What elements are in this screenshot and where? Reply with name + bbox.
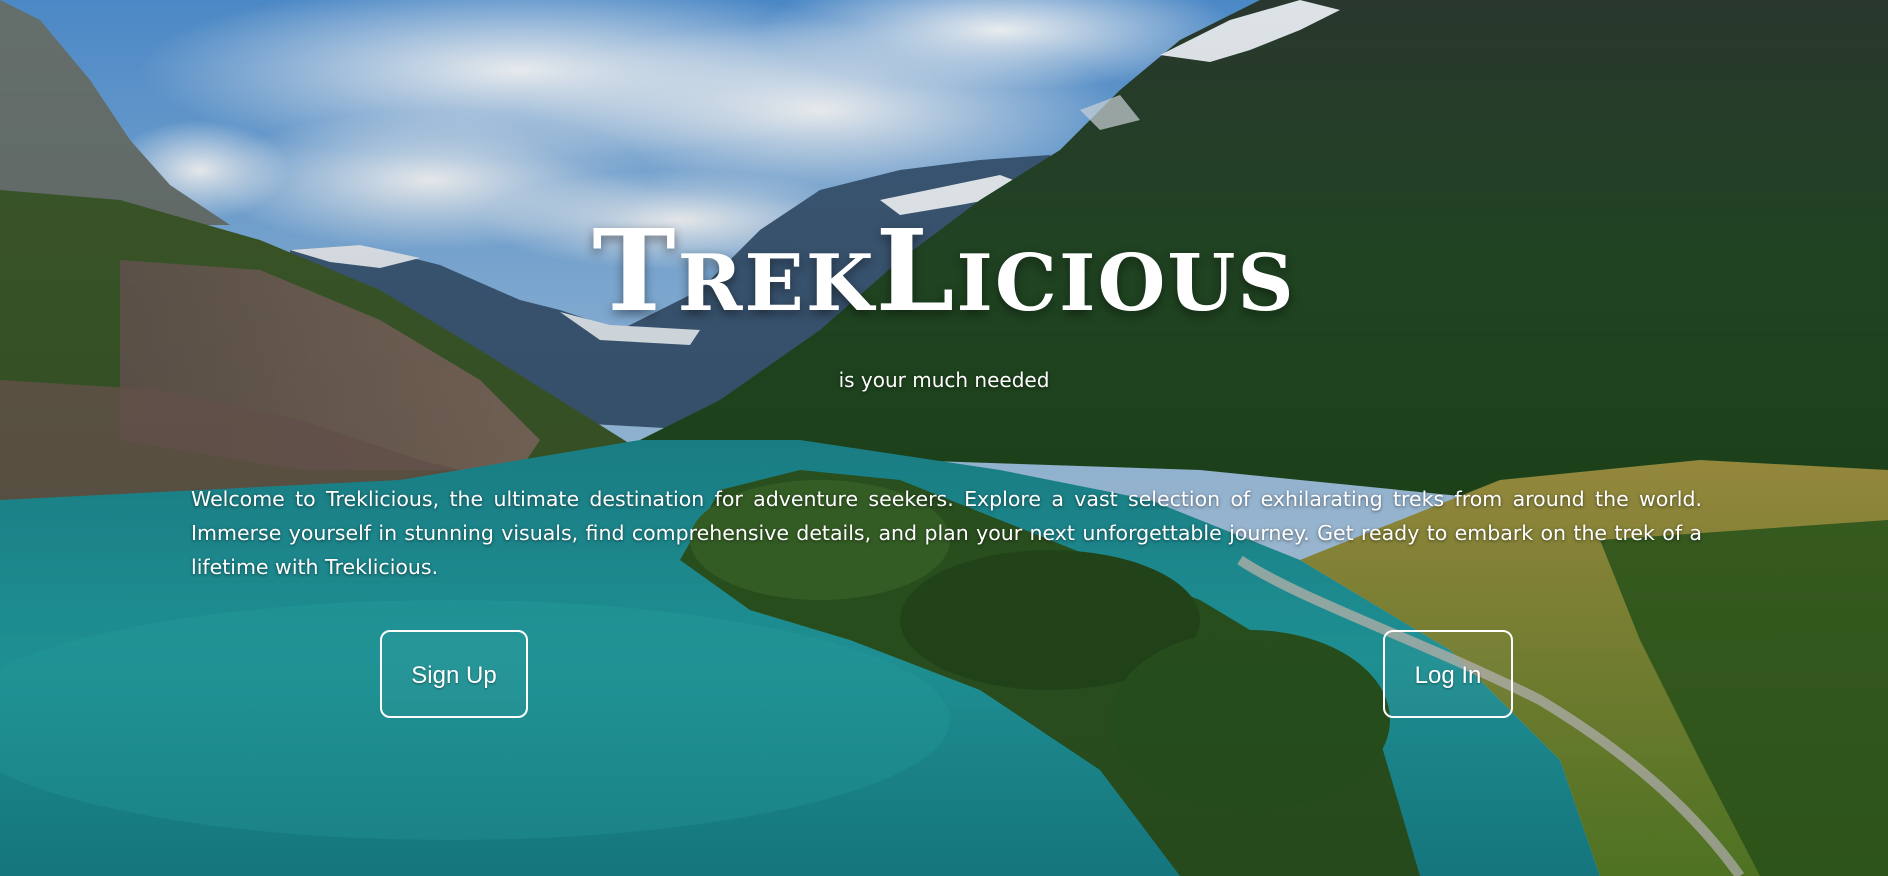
mountain-lake-background-image xyxy=(0,0,1888,876)
log-in-button[interactable]: Log In xyxy=(1383,630,1513,718)
app-title: TrekLicious xyxy=(592,206,1296,337)
sign-up-button[interactable]: Sign Up xyxy=(380,630,528,718)
welcome-paragraph: Welcome to Treklicious, the ultimate des… xyxy=(191,487,1702,579)
tagline: is your much needed xyxy=(838,368,1050,392)
hero-section: TrekLicious is your much needed Welcome … xyxy=(0,0,1888,876)
